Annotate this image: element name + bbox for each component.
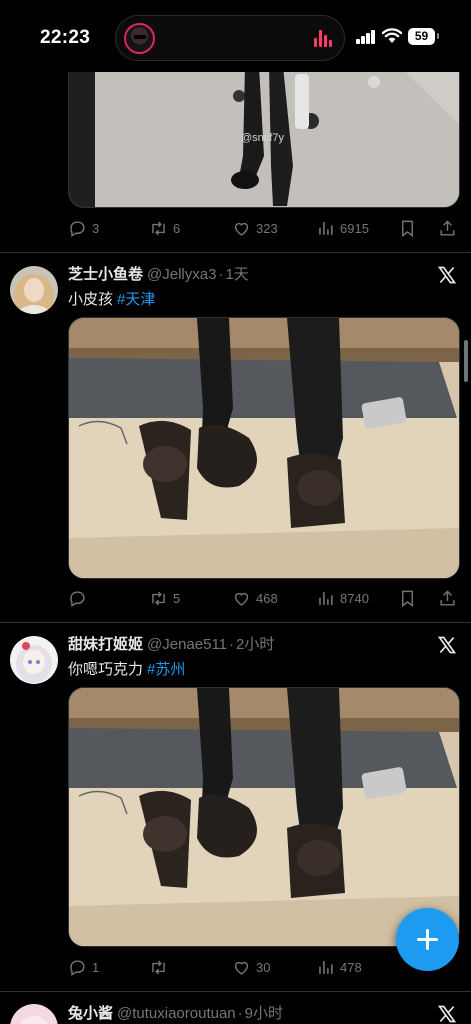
tweet-body: 你嗯巧克力 [68,661,144,678]
reply-button[interactable]: 1 [68,955,99,979]
like-button[interactable]: 30 [232,955,270,979]
share-button[interactable] [438,586,462,610]
bookmark-icon [402,220,413,237]
display-name[interactable]: 甜妹打姬姬 [68,633,143,654]
x-logo-icon[interactable] [437,265,457,285]
tweet-photo-2 [69,318,459,578]
reply-icon [70,220,85,237]
share-button[interactable] [438,216,462,240]
hashtag-link[interactable]: #天津 [117,291,155,308]
tweet-text: 你嗯巧克力 #苏州 [68,658,185,679]
battery-indicator: 59 [408,28,439,45]
share-icon [440,589,455,606]
reply-icon [70,959,85,976]
tweet-photo-3 [69,688,459,946]
user-handle[interactable]: @tutuxiaoroutuan [117,1005,236,1022]
tweet-header: 甜妹打姬姬 @Jenae511 · 2小时 [68,633,274,655]
avatar[interactable] [10,1004,58,1024]
user-avatar-image [10,1004,58,1024]
x-logo-icon[interactable] [437,1004,457,1024]
reply-button[interactable] [68,586,92,610]
tweet-timestamp[interactable]: 2小时 [236,633,274,654]
share-icon [440,219,455,236]
photo-watermark: @sncf7y [241,132,284,144]
compose-plus-icon[interactable] [396,908,459,971]
tweet-timestamp[interactable]: 9小时 [245,1002,283,1023]
views-button[interactable]: 8740 [316,586,369,610]
avatar[interactable] [10,266,58,314]
tweet-header: 兔小酱 @tutuxiaoroutuan · 9小时 [68,1002,283,1024]
tweet-divider [0,622,471,623]
bookmark-icon [402,590,413,607]
like-icon [234,222,249,236]
meta-separator: · [218,266,224,283]
repost-button[interactable] [149,955,173,979]
display-name[interactable]: 兔小酱 [68,1002,113,1023]
tweet-text: 小皮孩 #天津 [68,288,155,309]
audio-bars-icon [314,29,332,47]
x-logo-icon[interactable] [437,635,457,655]
meta-separator: · [229,636,235,653]
views-icon [319,221,333,235]
tweet-media[interactable] [68,687,460,947]
wifi-icon [382,28,402,43]
views-count: 8740 [340,590,369,606]
repost-count: 5 [173,590,181,606]
views-count: 478 [340,959,362,975]
tweet-actions: 1 30 478 [68,955,460,979]
meta-separator: · [237,1005,243,1022]
reply-count: 3 [92,220,100,236]
tweet-timestamp[interactable]: 1天 [225,263,248,284]
cellular-signal-icon [356,30,376,44]
scrollbar[interactable] [464,340,468,382]
reply-count: 1 [92,959,100,975]
display-name[interactable]: 芝士小鱼卷 [68,263,143,284]
tweet-actions: 3 6 323 6915 [68,216,460,240]
repost-icon [152,960,165,974]
like-count: 323 [256,220,278,236]
views-icon [319,960,333,974]
views-count: 6915 [340,220,369,236]
repost-button[interactable]: 6 [149,216,180,240]
tweet-divider [0,252,471,253]
like-icon [234,592,249,606]
reply-button[interactable]: 3 [68,216,99,240]
user-avatar-image [10,636,58,684]
like-count: 468 [256,590,278,606]
bookmark-button[interactable] [398,216,422,240]
repost-icon [152,221,165,235]
dynamic-island[interactable] [115,15,345,61]
status-time: 22:23 [40,27,91,48]
tweet-header: 芝士小鱼卷 @Jellyxa3 · 1天 [68,263,249,285]
like-count: 30 [256,959,271,975]
user-avatar-image [10,266,58,314]
tweet-media[interactable]: @sncf7y [68,66,460,208]
status-bar: 22:23 59 [0,0,471,72]
views-button[interactable]: 6915 [316,216,369,240]
avatar[interactable] [10,636,58,684]
repost-count: 6 [173,220,181,236]
tweet-media[interactable] [68,317,460,579]
reply-icon [70,590,85,607]
tweet-actions: 5 468 8740 [68,586,460,610]
repost-icon [152,591,165,605]
hashtag-link[interactable]: #苏州 [147,661,185,678]
like-button[interactable]: 468 [232,586,278,610]
like-button[interactable]: 323 [232,216,278,240]
tweet-divider [0,991,471,992]
repost-button[interactable]: 5 [149,586,180,610]
views-button[interactable]: 478 [316,955,362,979]
views-icon [319,591,333,605]
user-handle[interactable]: @Jenae511 [147,636,227,653]
like-icon [234,961,249,975]
tweet-body: 小皮孩 [68,291,114,308]
user-handle[interactable]: @Jellyxa3 [147,266,216,283]
now-playing-avatar-icon [124,23,155,54]
bookmark-button[interactable] [398,586,422,610]
